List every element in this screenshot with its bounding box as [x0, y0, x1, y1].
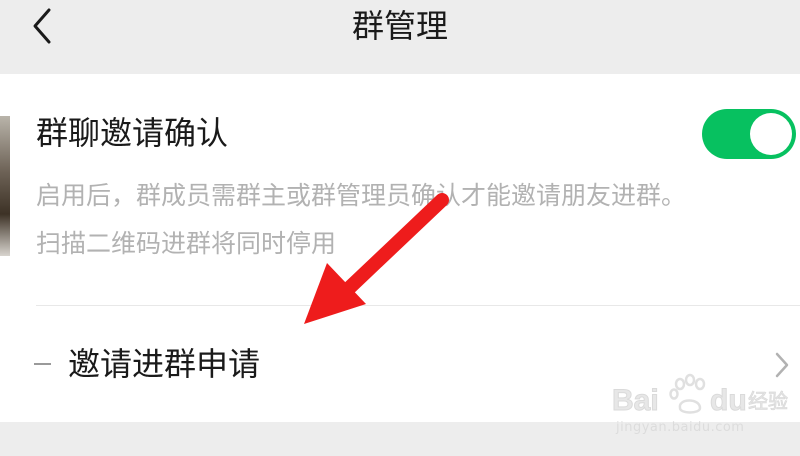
baidu-paw-logo: Bai du 经验: [612, 373, 788, 418]
description-line-1: 启用后，群成员需群主或群管理员确认才能邀请朋友进群。: [36, 181, 687, 210]
toggle-knob: [750, 113, 792, 155]
invite-requests-label: 邀请进群申请: [68, 345, 261, 383]
watermark-url: jingyan.baidu.com: [616, 420, 745, 435]
invite-confirm-toggle[interactable]: [702, 109, 796, 159]
group-management-screen: 群管理 群聊邀请确认 启用后，群成员需群主或群管理员确认才能邀请朋友进群。 扫描…: [0, 0, 800, 456]
dash-icon: [34, 363, 51, 365]
baidu-jingyan-watermark: Bai du 经验 jingyan.baidu.com: [610, 370, 790, 436]
page-title: 群管理: [351, 7, 448, 45]
navigation-bar: 群管理: [0, 0, 800, 74]
svg-text:Bai: Bai: [612, 384, 659, 417]
background-photo-edge: [0, 116, 10, 256]
svg-text:经验: 经验: [748, 389, 788, 413]
invite-confirm-label: 群聊邀请确认: [36, 114, 229, 152]
svg-text:du: du: [710, 384, 747, 417]
invite-confirm-description: 启用后，群成员需群主或群管理员确认才能邀请朋友进群。 扫描二维码进群将同时停用: [36, 172, 796, 268]
description-line-2: 扫描二维码进群将同时停用: [36, 229, 337, 258]
